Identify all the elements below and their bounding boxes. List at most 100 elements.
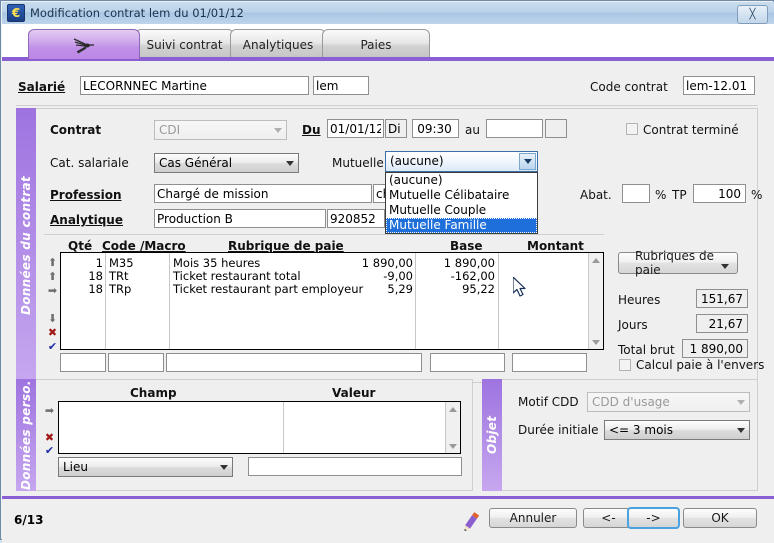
dropdown-option-celibataire[interactable]: Mutuelle Célibataire	[386, 188, 537, 203]
dropdown-option-aucune[interactable]: (aucune)	[386, 173, 537, 188]
perso-champ-select[interactable]: Lieu	[58, 457, 233, 477]
perso-valeur-input[interactable]	[248, 457, 462, 476]
code-contrat-label: Code contrat	[590, 80, 668, 94]
tp-label: TP	[672, 188, 687, 202]
cell-code: TRp	[109, 282, 132, 296]
new-libelle-input[interactable]	[166, 353, 422, 372]
calcul-envers-checkbox[interactable]	[619, 359, 631, 371]
analytique-input[interactable]	[154, 209, 326, 228]
contrat-select[interactable]: CDI	[154, 120, 287, 140]
profession-label: Profession	[50, 188, 122, 202]
mutuelle-select-value: (aucune)	[390, 154, 444, 168]
salarie-code-input[interactable]	[313, 76, 369, 95]
du-label: Du	[302, 123, 321, 137]
ok-button[interactable]: OK	[683, 508, 757, 528]
total-brut-label: Total brut	[618, 343, 675, 357]
validate-icon[interactable]: ✔	[46, 340, 59, 353]
dropdown-option-couple[interactable]: Mutuelle Couple	[386, 203, 537, 218]
chevron-down-icon	[274, 128, 282, 133]
total-brut-value	[682, 339, 748, 358]
cell-libelle: Mois 35 heures	[173, 256, 261, 270]
divider	[16, 105, 758, 106]
cell-code: M35	[109, 256, 134, 270]
new-montant-input[interactable]	[512, 353, 587, 372]
pencil-icon[interactable]	[458, 509, 484, 538]
cell-base: 5,29	[387, 282, 413, 296]
contrat-termine-label: Contrat terminé	[643, 123, 739, 137]
cat-salariale-select[interactable]: Cas Général	[154, 153, 299, 173]
jour-semaine-debut	[385, 119, 407, 138]
perso-header-champ: Champ	[130, 386, 177, 400]
motif-cdd-value: CDD d'usage	[592, 395, 670, 409]
duree-initiale-select[interactable]: <= 3 mois	[604, 420, 750, 440]
new-qte-input[interactable]	[60, 353, 106, 372]
scroll-up-icon[interactable]	[589, 253, 603, 267]
close-button[interactable]: ╳	[737, 5, 768, 24]
profession-input[interactable]	[154, 184, 372, 203]
page-counter: 6/13	[14, 513, 44, 527]
validate-icon[interactable]: ✔	[43, 444, 56, 457]
scroll-down-icon[interactable]	[589, 335, 603, 349]
perso-grid[interactable]	[58, 401, 461, 454]
ok-label: OK	[711, 511, 729, 525]
date-fin-input[interactable]	[486, 119, 543, 138]
abat-label: Abat.	[580, 188, 612, 202]
table-row[interactable]: 1 M35 Mois 35 heures 1 890,00 1 890,00	[61, 256, 603, 270]
cell-qte: 1	[95, 256, 103, 270]
move-down-icon[interactable]: ⬇	[46, 312, 59, 325]
tab-paies[interactable]: Paies	[322, 29, 430, 59]
salarie-label: Salarié	[18, 80, 66, 94]
duree-initiale-value: <= 3 mois	[609, 423, 673, 437]
title-bar: € Modification contrat lem du 01/01/12 ╳	[2, 2, 774, 25]
motif-cdd-select[interactable]: CDD d'usage	[587, 392, 750, 412]
perso-scrollbar[interactable]	[445, 402, 460, 453]
mutuelle-dropdown-list[interactable]: (aucune) Mutuelle Célibataire Mutuelle C…	[385, 172, 538, 234]
heure-debut-input[interactable]	[412, 119, 459, 138]
grid-header-code: Code /Macro	[102, 239, 186, 253]
code-contrat-input[interactable]	[683, 76, 755, 95]
analytique-code-input[interactable]	[327, 209, 385, 228]
scroll-down-icon[interactable]	[446, 439, 460, 453]
perso-champ-value: Lieu	[63, 460, 89, 474]
rubriques-de-paie-button[interactable]: Rubriques de paie	[618, 249, 738, 277]
mutuelle-select[interactable]: (aucune)	[385, 151, 538, 172]
jour-semaine-fin	[545, 119, 567, 138]
rubriques-scrollbar[interactable]	[588, 253, 603, 349]
tab-label: Paies	[360, 37, 392, 52]
new-code-input[interactable]	[108, 353, 164, 372]
cancel-button[interactable]: Annuler	[489, 508, 577, 528]
previous-label: <-	[601, 511, 616, 525]
mutuelle-select-arrow[interactable]	[519, 153, 536, 170]
grid-header-rubrique: Rubrique de paie	[228, 239, 344, 253]
euro-icon: €	[7, 4, 25, 22]
tab-suivi-contrat[interactable]: Suivi contrat	[135, 29, 234, 59]
delete-icon[interactable]: ✖	[46, 326, 59, 339]
contrat-termine-checkbox[interactable]	[626, 123, 638, 135]
cat-salariale-value: Cas Général	[159, 156, 233, 170]
divider	[44, 234, 604, 235]
abat-unit: %	[655, 188, 667, 202]
next-button[interactable]: ->	[627, 507, 680, 529]
move-right-icon[interactable]: ➡	[46, 284, 59, 297]
cat-salariale-label: Cat. salariale	[50, 156, 129, 170]
abat-input[interactable]	[622, 184, 650, 203]
cancel-label: Annuler	[509, 511, 557, 525]
delete-icon[interactable]: ✖	[43, 431, 56, 444]
tab-donnees-contrat[interactable]	[28, 29, 140, 59]
tab-analytiques[interactable]: Analytiques	[230, 29, 326, 59]
move-top-icon[interactable]: ⬆	[46, 256, 59, 269]
heures-value	[696, 289, 748, 308]
scroll-up-icon[interactable]	[446, 402, 460, 416]
heures-label: Heures	[618, 293, 661, 307]
next-label: ->	[646, 511, 661, 525]
date-debut-input[interactable]	[327, 119, 384, 138]
salarie-input[interactable]	[80, 76, 309, 95]
dropdown-option-famille[interactable]: Mutuelle Famille	[386, 218, 537, 233]
move-up-icon[interactable]: ⬆	[46, 270, 59, 283]
move-right-icon[interactable]: ➡	[43, 404, 56, 417]
application-window: € Modification contrat lem du 01/01/12 ╳	[0, 0, 774, 543]
tp-input[interactable]	[693, 184, 746, 203]
status-bar: 6/13 Annuler <- -> OK	[2, 496, 774, 543]
new-base-input[interactable]	[430, 353, 505, 372]
perso-header-valeur: Valeur	[332, 386, 376, 400]
